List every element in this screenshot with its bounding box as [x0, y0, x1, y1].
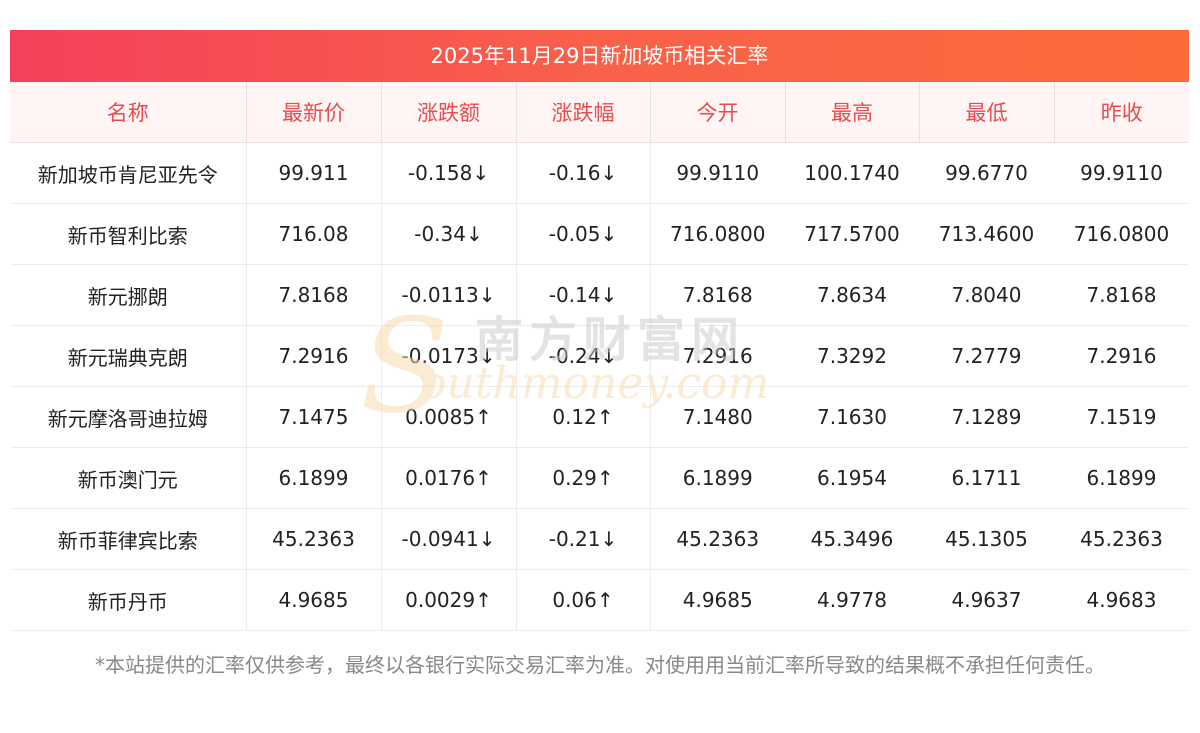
table-row: 新币澳门元 6.1899 0.0176↑ 0.29↑ 6.1899 6.1954 6.171… [10, 447, 1189, 509]
table-row: 新元挪朗 7.8168 -0.0113↓ -0.14↓ 7.8168 7.8634 7.80… [10, 264, 1189, 326]
cell-open: 7.2916 [650, 325, 785, 387]
header-high: 最高 [785, 82, 920, 143]
header-change-pct: 涨跌幅 [516, 82, 651, 143]
cell-prev-close: 7.2916 [1054, 325, 1189, 387]
table-row: 新元摩洛哥迪拉姆 7.1475 0.0085↑ 0.12↑ 7.1480 7.1630 7.… [10, 386, 1189, 448]
cell-change-pct: -0.14↓ [516, 264, 651, 326]
cell-name: 新元瑞典克朗 [10, 325, 247, 387]
cell-open: 45.2363 [650, 508, 785, 570]
cell-prev-close: 4.9683 [1054, 569, 1189, 631]
cell-change-pct: 0.29↑ [516, 447, 651, 509]
cell-prev-close: 45.2363 [1054, 508, 1189, 570]
rate-table: 名称 最新价 涨跌额 涨跌幅 今开 最高 最低 昨收 新加坡币肯尼亚先令 99.9… [10, 82, 1189, 631]
cell-latest: 7.2916 [246, 325, 382, 387]
cell-change: -0.0173↓ [381, 325, 517, 387]
cell-change: 0.0085↑ [381, 386, 517, 448]
cell-change-pct: -0.24↓ [516, 325, 651, 387]
cell-change: -0.0113↓ [381, 264, 517, 326]
cell-open: 7.1480 [650, 386, 785, 448]
cell-change-pct: -0.05↓ [516, 203, 651, 265]
cell-open: 7.8168 [650, 264, 785, 326]
cell-high: 45.3496 [785, 508, 919, 570]
header-latest: 最新价 [246, 82, 382, 143]
cell-high: 4.9778 [785, 569, 919, 631]
cell-high: 7.8634 [785, 264, 919, 326]
table-row: 新币智利比索 716.08 -0.34↓ -0.05↓ 716.0800 717.5700… [10, 203, 1189, 265]
table-row: 新币菲律宾比索 45.2363 -0.0941↓ -0.21↓ 45.2363 45.34… [10, 508, 1189, 570]
cell-change: -0.34↓ [381, 203, 517, 265]
header-prev-close: 昨收 [1054, 82, 1189, 143]
cell-low: 4.9637 [919, 569, 1054, 631]
rate-table-container: 2025年11月29日新加坡币相关汇率 名称 最新价 涨跌额 涨跌幅 今开 最高… [10, 30, 1189, 631]
cell-prev-close: 716.0800 [1054, 203, 1189, 265]
table-row: 新加坡币肯尼亚先令 99.911 -0.158↓ -0.16↓ 99.9110 100.1… [10, 142, 1189, 204]
cell-open: 4.9685 [650, 569, 785, 631]
cell-name: 新币丹币 [10, 569, 247, 631]
cell-high: 6.1954 [785, 447, 919, 509]
cell-name: 新币菲律宾比索 [10, 508, 247, 570]
cell-high: 717.5700 [785, 203, 919, 265]
header-low: 最低 [919, 82, 1055, 143]
cell-low: 713.4600 [919, 203, 1054, 265]
cell-latest: 716.08 [246, 203, 382, 265]
cell-low: 6.1711 [919, 447, 1054, 509]
cell-change-pct: -0.21↓ [516, 508, 651, 570]
cell-change-pct: 0.12↑ [516, 386, 651, 448]
header-name: 名称 [10, 82, 247, 143]
header-open: 今开 [650, 82, 786, 143]
cell-latest: 7.8168 [246, 264, 382, 326]
cell-name: 新币澳门元 [10, 447, 247, 509]
cell-open: 6.1899 [650, 447, 785, 509]
table-row: 新币丹币 4.9685 0.0029↑ 0.06↑ 4.9685 4.9778 4.9637… [10, 569, 1189, 631]
cell-prev-close: 7.1519 [1054, 386, 1189, 448]
cell-name: 新币智利比索 [10, 203, 247, 265]
cell-name: 新加坡币肯尼亚先令 [10, 142, 247, 204]
cell-name: 新元挪朗 [10, 264, 247, 326]
table-title: 2025年11月29日新加坡币相关汇率 [10, 30, 1189, 82]
cell-change: -0.158↓ [381, 142, 517, 204]
table-row: 新元瑞典克朗 7.2916 -0.0173↓ -0.24↓ 7.2916 7.3292 7.… [10, 325, 1189, 387]
cell-latest: 45.2363 [246, 508, 382, 570]
cell-low: 7.1289 [919, 386, 1054, 448]
cell-change: 0.0176↑ [381, 447, 517, 509]
cell-high: 7.3292 [785, 325, 919, 387]
cell-change: 0.0029↑ [381, 569, 517, 631]
cell-latest: 99.911 [246, 142, 382, 204]
cell-prev-close: 99.9110 [1054, 142, 1189, 204]
disclaimer-footnote: *本站提供的汇率仅供参考，最终以各银行实际交易汇率为准。对使用用当前汇率所导致的… [95, 653, 1105, 677]
cell-high: 7.1630 [785, 386, 919, 448]
table-body: 新加坡币肯尼亚先令 99.911 -0.158↓ -0.16↓ 99.9110 100.1… [10, 142, 1189, 631]
cell-change-pct: -0.16↓ [516, 142, 651, 204]
cell-low: 7.2779 [919, 325, 1054, 387]
cell-change: -0.0941↓ [381, 508, 517, 570]
cell-change-pct: 0.06↑ [516, 569, 651, 631]
cell-name: 新元摩洛哥迪拉姆 [10, 386, 247, 448]
cell-latest: 4.9685 [246, 569, 382, 631]
cell-prev-close: 6.1899 [1054, 447, 1189, 509]
cell-prev-close: 7.8168 [1054, 264, 1189, 326]
cell-open: 99.9110 [650, 142, 785, 204]
cell-low: 7.8040 [919, 264, 1054, 326]
cell-low: 45.1305 [919, 508, 1054, 570]
cell-open: 716.0800 [650, 203, 785, 265]
cell-low: 99.6770 [919, 142, 1054, 204]
cell-latest: 6.1899 [246, 447, 382, 509]
header-change: 涨跌额 [381, 82, 517, 143]
cell-latest: 7.1475 [246, 386, 382, 448]
cell-high: 100.1740 [785, 142, 919, 204]
table-header-row: 名称 最新价 涨跌额 涨跌幅 今开 最高 最低 昨收 [10, 82, 1189, 143]
